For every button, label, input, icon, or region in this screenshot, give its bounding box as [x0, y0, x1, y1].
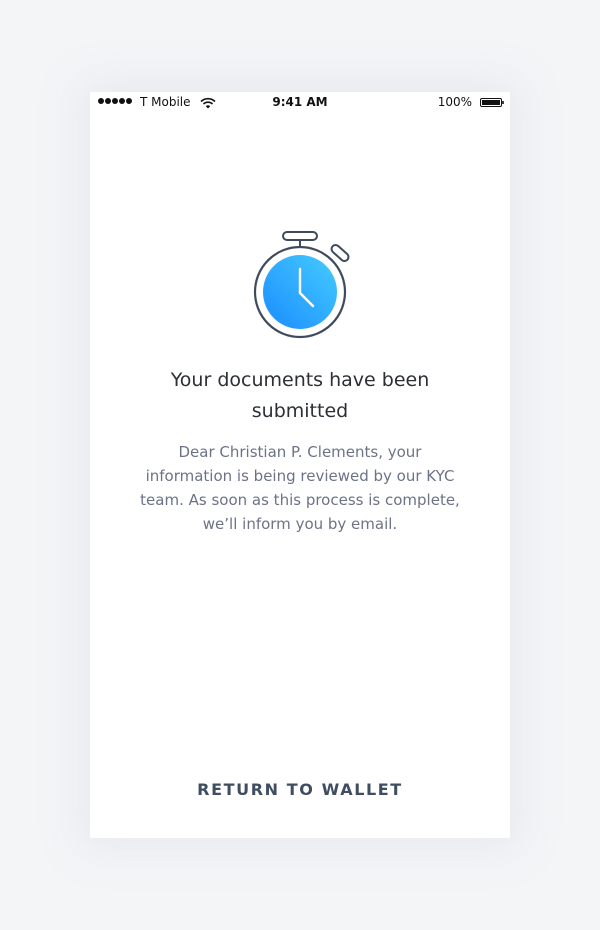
page-title: Your documents have been submitted	[170, 369, 430, 422]
battery-icon	[480, 98, 504, 107]
stopwatch-icon	[253, 231, 350, 339]
battery-percent: 100%	[437, 95, 472, 109]
status-message: Dear Christian P. Clements, your informa…	[140, 443, 460, 533]
phone-screen: T Mobile 9:41 AM 100% Your documents hav…	[90, 92, 510, 838]
return-to-wallet-button[interactable]: RETURN TO WALLET	[150, 776, 450, 804]
status-bar: T Mobile 9:41 AM 100%	[90, 92, 510, 114]
